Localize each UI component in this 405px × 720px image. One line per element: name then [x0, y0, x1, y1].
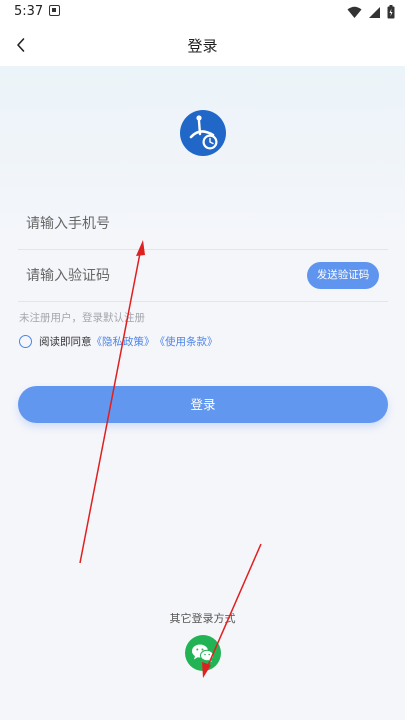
signal-icon	[369, 6, 380, 18]
phone-input[interactable]	[26, 210, 296, 238]
page-title: 登录	[187, 37, 218, 55]
send-code-button[interactable]: 发送验证码	[307, 262, 379, 289]
battery-icon	[387, 5, 395, 19]
other-login-label: 其它登录方式	[169, 612, 236, 625]
phone-field-row	[18, 196, 388, 250]
wechat-login-button[interactable]	[185, 635, 221, 671]
agreement-text: 阅读即同意	[39, 335, 92, 348]
status-time: 5:37	[14, 4, 44, 19]
verification-code-input[interactable]	[26, 262, 296, 290]
privacy-policy-link[interactable]: 《隐私政策》	[92, 334, 155, 349]
terms-link[interactable]: 《使用条款》	[155, 334, 218, 349]
notification-icon	[49, 5, 60, 16]
agreement-row: 阅读即同意 《隐私政策》 《使用条款》	[19, 333, 218, 349]
app-header: 登录	[0, 24, 405, 66]
wechat-icon	[192, 644, 214, 662]
login-button[interactable]: 登录	[18, 386, 388, 423]
app-logo	[180, 110, 226, 156]
code-field-row: 发送验证码	[18, 248, 388, 302]
login-screen: 5:37 登录 请输入手机号 请输入验证码 发送验证码 未注册用户，登录默认注册…	[0, 0, 405, 720]
wifi-icon	[347, 6, 362, 18]
status-bar: 5:37	[0, 0, 405, 24]
agreement-checkbox[interactable]	[19, 334, 32, 348]
status-icons	[347, 4, 395, 20]
register-hint: 未注册用户，登录默认注册	[19, 312, 145, 324]
